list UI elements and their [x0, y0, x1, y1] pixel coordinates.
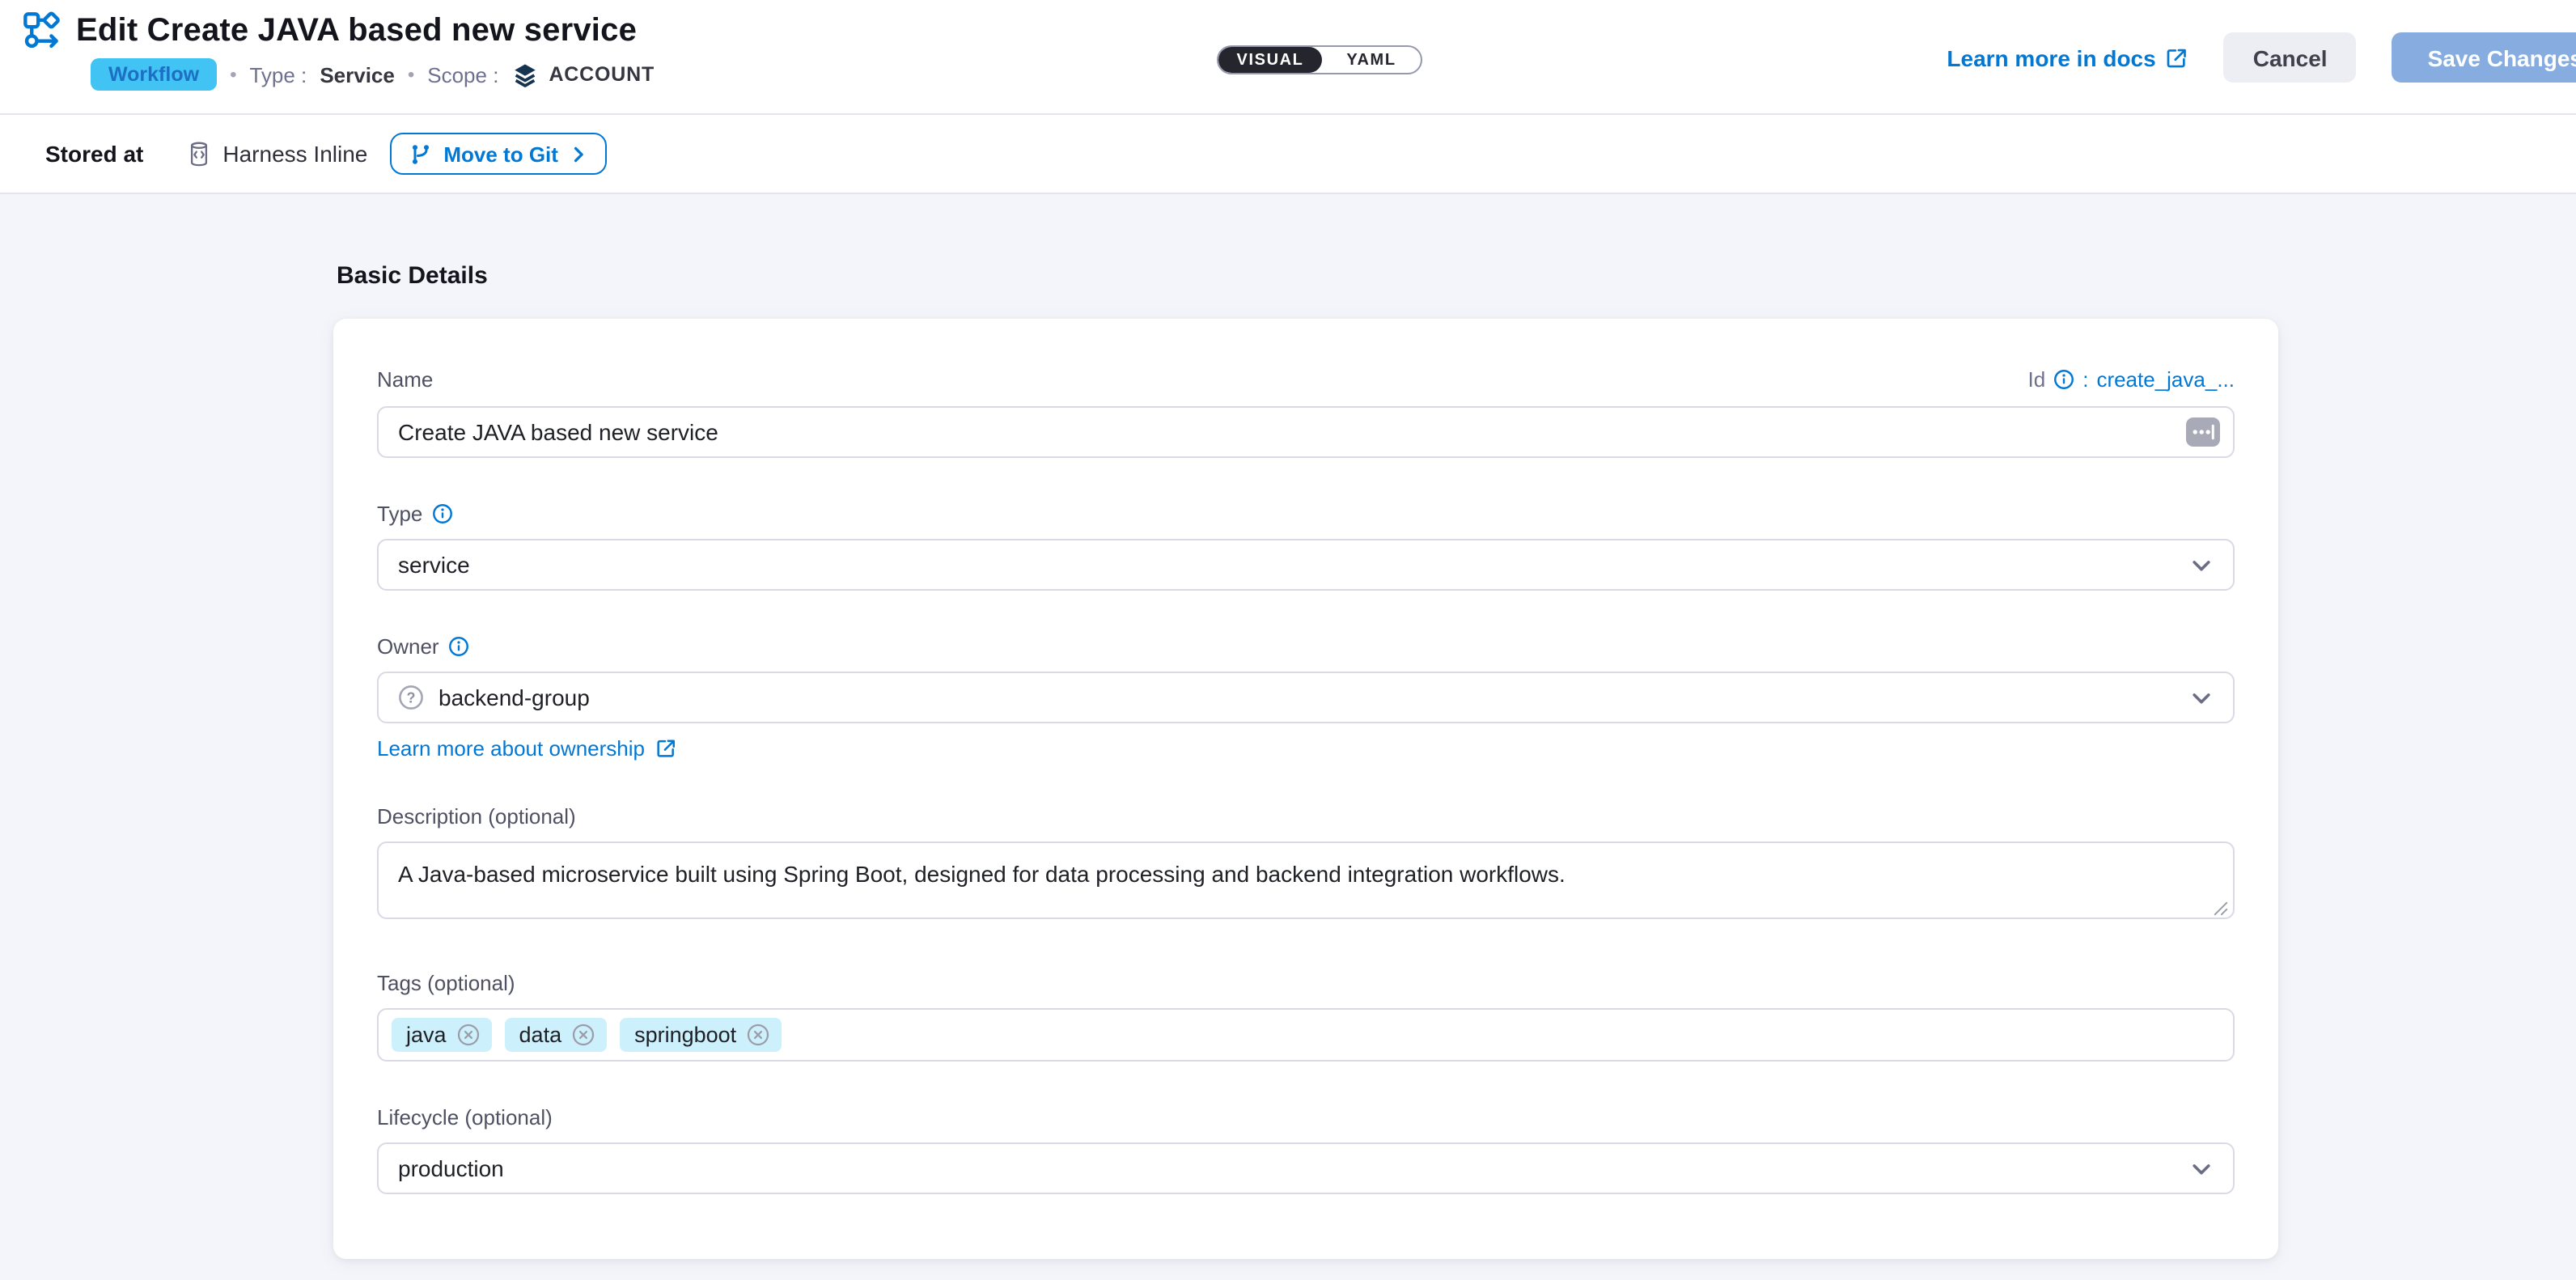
owner-label: Owner	[377, 634, 439, 659]
name-input[interactable]	[377, 406, 2235, 458]
ownership-link[interactable]: Learn more about ownership	[377, 736, 2235, 761]
git-branch-icon	[409, 142, 432, 166]
cancel-button[interactable]: Cancel	[2224, 32, 2357, 83]
name-label: Name	[377, 367, 433, 392]
tag-chip-label: java	[406, 1023, 447, 1047]
stored-at-label: Stored at	[45, 141, 143, 167]
visual-yaml-toggle: VISUAL YAML	[1217, 45, 1422, 74]
tag-chip: java	[392, 1018, 492, 1052]
info-icon[interactable]	[432, 503, 453, 524]
question-circle-icon: ?	[398, 685, 424, 710]
external-link-icon	[655, 738, 676, 759]
tab-visual[interactable]: VISUAL	[1218, 47, 1322, 73]
type-select[interactable]: service	[377, 539, 2235, 591]
content-area: Basic Details Name Id : create_java_...	[0, 194, 2576, 1280]
external-link-icon	[2166, 46, 2188, 69]
storage-bar: Stored at Harness Inline	[0, 115, 2576, 194]
scope-meta-label: Scope :	[427, 62, 498, 87]
type-meta-label: Type :	[249, 62, 307, 87]
remove-tag-icon[interactable]	[456, 1023, 481, 1047]
page-title: Edit Create JAVA based new service	[76, 13, 637, 50]
owner-select-value: backend-group	[439, 685, 590, 710]
move-to-git-label: Move to Git	[443, 142, 558, 166]
type-meta-value: Service	[320, 62, 395, 87]
info-icon[interactable]	[2053, 369, 2074, 390]
svg-text:?: ?	[407, 689, 416, 706]
tag-chip-label: data	[519, 1023, 562, 1047]
workflow-icon	[23, 11, 63, 52]
page: Edit Create JAVA based new service Workf…	[0, 0, 2576, 1280]
tags-label: Tags (optional)	[377, 971, 515, 995]
meta-separator: •	[408, 63, 414, 86]
remove-tag-icon[interactable]	[746, 1023, 770, 1047]
lifecycle-select[interactable]: production	[377, 1142, 2235, 1194]
lifecycle-label: Lifecycle (optional)	[377, 1105, 553, 1130]
layers-icon	[511, 61, 539, 88]
ownership-link-label: Learn more about ownership	[377, 736, 645, 761]
description-label: Description (optional)	[377, 804, 576, 829]
id-label: Id	[2028, 367, 2046, 392]
type-label: Type	[377, 502, 422, 526]
meta-separator: •	[230, 63, 236, 86]
id-separator: :	[2082, 367, 2088, 392]
workflow-badge: Workflow	[91, 58, 217, 91]
lifecycle-select-value: production	[398, 1155, 504, 1181]
tag-chip-label: springboot	[634, 1023, 736, 1047]
tags-input[interactable]: java data	[377, 1008, 2235, 1062]
header: Edit Create JAVA based new service Workf…	[0, 0, 2576, 115]
docs-link-label: Learn more in docs	[1947, 45, 2155, 70]
move-to-git-button[interactable]: Move to Git	[390, 133, 607, 175]
section-title: Basic Details	[0, 194, 2576, 290]
scope-meta-value: ACCOUNT	[549, 63, 655, 86]
chevron-down-icon	[2189, 1156, 2214, 1180]
tag-chip: data	[505, 1018, 608, 1052]
type-select-value: service	[398, 552, 470, 578]
tag-chip: springboot	[620, 1018, 782, 1052]
chevron-right-icon	[570, 145, 587, 163]
chevron-down-icon	[2189, 685, 2214, 710]
edit-id-icon[interactable]	[2186, 417, 2220, 447]
tab-yaml[interactable]: YAML	[1322, 47, 1421, 73]
id-value[interactable]: create_java_...	[2096, 367, 2235, 392]
owner-select[interactable]: ? backend-group	[377, 672, 2235, 723]
basic-details-card: Name Id : create_java_...	[333, 319, 2278, 1259]
learn-more-docs-link[interactable]: Learn more in docs	[1947, 45, 2188, 70]
inline-storage-icon	[185, 140, 211, 167]
description-textarea[interactable]: A Java-based microservice built using Sp…	[377, 841, 2235, 919]
info-icon[interactable]	[449, 636, 470, 657]
storage-value: Harness Inline	[222, 141, 367, 167]
save-changes-button[interactable]: Save Changes	[2392, 32, 2576, 83]
chevron-down-icon	[2189, 553, 2214, 577]
resize-handle-icon[interactable]	[2214, 901, 2228, 916]
remove-tag-icon[interactable]	[571, 1023, 595, 1047]
